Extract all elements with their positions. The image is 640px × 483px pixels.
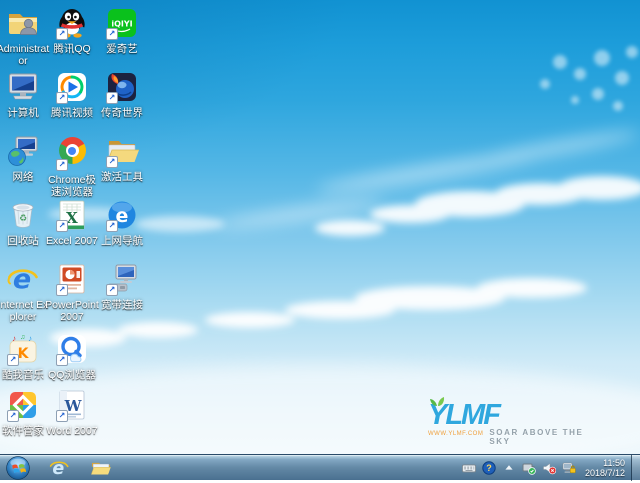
- desktop-icon-kuwo-music[interactable]: K♪♫♪↗酷我音乐: [0, 332, 50, 381]
- ime-keyboard-icon[interactable]: [461, 460, 477, 476]
- svg-text:♻: ♻: [19, 213, 27, 223]
- recycle-bin-icon: ♻: [6, 198, 40, 232]
- desktop-icon-chrome-browser[interactable]: ↗ Chrome极速浏览器: [45, 134, 99, 198]
- desktop-icon-recycle-bin[interactable]: ♻ 回收站: [0, 198, 50, 247]
- help-icon[interactable]: ?: [481, 460, 497, 476]
- web-nav-icon: e↗: [105, 198, 139, 232]
- icon-label: Word 2007: [45, 425, 99, 437]
- excel-2007-icon: X↗: [55, 198, 89, 232]
- desktop-icon-software-manager[interactable]: ↗ 软件管家: [0, 388, 50, 437]
- shortcut-arrow-icon: ↗: [56, 220, 68, 232]
- desktop-icon-tencent-qq[interactable]: ↗ 腾讯QQ: [45, 6, 99, 55]
- desktop-icon-legend-world[interactable]: ↗ 传奇世界: [95, 70, 149, 119]
- activation-tool-icon: ↗: [105, 134, 139, 168]
- word-2007-icon: W↗: [55, 388, 89, 422]
- icon-label: 回收站: [0, 235, 50, 247]
- svg-text:K: K: [18, 346, 30, 362]
- shortcut-arrow-icon: ↗: [106, 220, 118, 232]
- legend-world-icon: ↗: [105, 70, 139, 104]
- start-button[interactable]: [6, 456, 30, 480]
- icon-label: 传奇世界: [95, 107, 149, 119]
- desktop-icon-tencent-video[interactable]: ↗ 腾讯视频: [45, 70, 99, 119]
- icon-label: 网络: [0, 171, 50, 183]
- ylmf-watermark: YLMF WWW.YLMF.COM SOAR ABOVE THE SKY: [428, 400, 598, 446]
- icon-label: Excel 2007: [45, 235, 99, 247]
- shortcut-arrow-icon: ↗: [106, 92, 118, 104]
- safely-remove-hardware-icon[interactable]: [521, 460, 537, 476]
- icon-label: Administrator: [0, 43, 50, 67]
- shortcut-arrow-icon: ↗: [56, 354, 68, 366]
- broadband-icon: ↗: [105, 262, 139, 296]
- leaf-icon: [430, 396, 446, 408]
- administrator-icon: [6, 6, 40, 40]
- shortcut-arrow-icon: ↗: [56, 410, 68, 422]
- taskbar-internet-explorer-button[interactable]: e: [46, 457, 72, 479]
- powerpoint-2007-icon: ↗: [55, 262, 89, 296]
- desktop-icon-grid: Administrator 计算机网络 ♻ 回收站 e Internet Explorer…: [0, 0, 640, 454]
- network-status-icon[interactable]: [561, 460, 577, 476]
- svg-text:♫: ♫: [20, 334, 25, 341]
- desktop-icon-iqiyi[interactable]: iQIYI↗ 爱奇艺: [95, 6, 149, 55]
- tencent-qq-icon: ↗: [55, 6, 89, 40]
- software-manager-icon: ↗: [6, 388, 40, 422]
- desktop-icon-network[interactable]: 网络: [0, 134, 50, 183]
- shortcut-arrow-icon: ↗: [7, 354, 19, 366]
- shortcut-arrow-icon: ↗: [106, 28, 118, 40]
- icon-label: QQ浏览器: [45, 369, 99, 381]
- iqiyi-icon: iQIYI↗: [105, 6, 139, 40]
- icon-label: 软件管家: [0, 425, 50, 437]
- chrome-browser-icon: ↗: [55, 137, 89, 171]
- show-hidden-icons-button[interactable]: [501, 460, 517, 476]
- icon-label: 腾讯QQ: [45, 43, 99, 55]
- folder-icon: [90, 457, 112, 479]
- svg-text:e: e: [13, 264, 31, 295]
- icon-label: Chrome极速浏览器: [45, 174, 99, 198]
- icon-label: 计算机: [0, 107, 50, 119]
- desktop-icon-broadband[interactable]: ↗ 宽带连接: [95, 262, 149, 311]
- svg-text:♪: ♪: [28, 334, 32, 343]
- clock-time: 11:50: [585, 458, 625, 468]
- clock-date: 2018/7/12: [585, 468, 625, 478]
- icon-label: 腾讯视频: [45, 107, 99, 119]
- icon-label: 酷我音乐: [0, 369, 50, 381]
- internet-explorer-icon: e: [48, 457, 70, 479]
- shortcut-arrow-icon: ↗: [106, 156, 118, 168]
- desktop-icon-administrator[interactable]: Administrator: [0, 6, 50, 67]
- icon-label: Internet Explorer: [0, 299, 50, 323]
- system-tray: ? 11:50 2018/7/12: [457, 455, 640, 481]
- desktop-icon-internet-explorer[interactable]: e Internet Explorer: [0, 262, 50, 323]
- network-icon: [6, 134, 40, 168]
- show-desktop-button[interactable]: [631, 455, 640, 481]
- desktop-icon-computer[interactable]: 计算机: [0, 70, 50, 119]
- internet-explorer-icon: e: [6, 262, 40, 296]
- computer-icon: [6, 70, 40, 104]
- tencent-video-icon: ↗: [55, 70, 89, 104]
- taskbar: e ?: [0, 454, 640, 480]
- svg-text:♪: ♪: [12, 334, 16, 343]
- svg-text:?: ?: [486, 463, 492, 473]
- desktop-icon-activation-tool[interactable]: ↗ 激活工具: [95, 134, 149, 183]
- icon-label: 宽带连接: [95, 299, 149, 311]
- shortcut-arrow-icon: ↗: [56, 159, 68, 171]
- icon-label: PowerPoint 2007: [45, 299, 99, 323]
- shortcut-arrow-icon: ↗: [56, 92, 68, 104]
- volume-muted-icon[interactable]: [541, 460, 557, 476]
- desktop-icon-powerpoint-2007[interactable]: ↗ PowerPoint 2007: [45, 262, 99, 323]
- kuwo-music-icon: K♪♫♪↗: [6, 332, 40, 366]
- shortcut-arrow-icon: ↗: [106, 284, 118, 296]
- icon-label: 上网导航: [95, 235, 149, 247]
- icon-label: 激活工具: [95, 171, 149, 183]
- desktop-icon-qq-browser[interactable]: ↗ QQ浏览器: [45, 332, 99, 381]
- taskbar-explorer-button[interactable]: [88, 457, 114, 479]
- desktop-icon-word-2007[interactable]: W↗ Word 2007: [45, 388, 99, 437]
- desktop[interactable]: Administrator 计算机网络 ♻ 回收站 e Internet Explorer…: [0, 0, 640, 454]
- desktop-icon-excel-2007[interactable]: X↗ Excel 2007: [45, 198, 99, 247]
- qq-browser-icon: ↗: [55, 332, 89, 366]
- icon-label: 爱奇艺: [95, 43, 149, 55]
- desktop-icon-web-nav[interactable]: e↗ 上网导航: [95, 198, 149, 247]
- shortcut-arrow-icon: ↗: [7, 410, 19, 422]
- taskbar-clock[interactable]: 11:50 2018/7/12: [585, 458, 625, 478]
- shortcut-arrow-icon: ↗: [56, 284, 68, 296]
- shortcut-arrow-icon: ↗: [56, 28, 68, 40]
